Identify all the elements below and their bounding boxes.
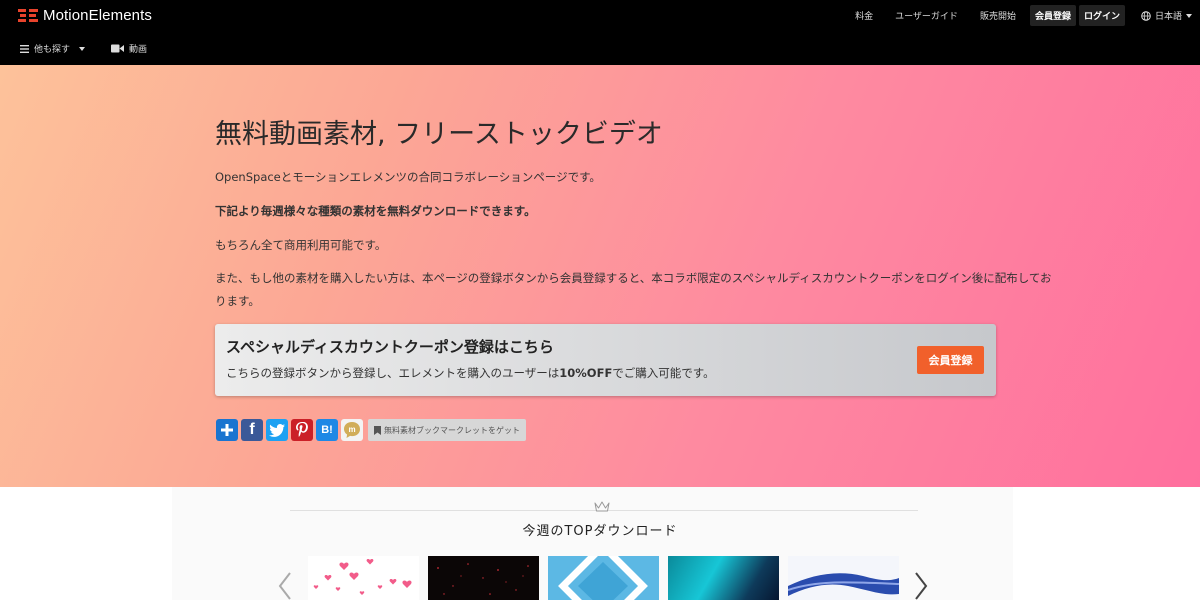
svg-text:m: m [348, 425, 355, 434]
browse-menu[interactable]: 他も探す [20, 42, 86, 55]
share-hatena-button[interactable]: B! [316, 419, 338, 441]
coupon-description: こちらの登録ボタンから登録し、エレメントを購入のユーザーは10%OFFでご購入可… [226, 365, 715, 381]
language-label: 日本語 [1154, 12, 1182, 22]
discount-highlight: 10%OFF [559, 366, 613, 380]
hamburger-icon [20, 44, 29, 53]
page-title: 無料動画素材, フリーストックビデオ [215, 119, 663, 150]
share-add-button[interactable] [216, 419, 238, 441]
globe-icon [1141, 10, 1151, 21]
share-facebook-button[interactable]: f [241, 419, 263, 441]
thumbnail-blue-wave[interactable] [788, 556, 899, 600]
top-downloads-title: 今週のTOPダウンロード [522, 524, 678, 539]
nav-start-selling-link[interactable]: 販売開始 [969, 9, 1027, 22]
mixi-check-icon: m [344, 422, 360, 438]
coupon-title: スペシャルディスカウントクーポン登録はこちら [226, 338, 554, 356]
crown-icon [594, 501, 610, 512]
coupon-desc-text: こちらの登録ボタンから登録し、エレメントを購入のユーザーは [226, 366, 560, 380]
pinterest-icon [296, 422, 308, 437]
motionelements-logo-icon [18, 8, 38, 24]
chevron-down-icon [1186, 13, 1192, 18]
video-menu-label: 動画 [129, 45, 148, 55]
thumbnail-hearts[interactable] [308, 556, 419, 600]
coupon-info-paragraph-end: ります。 [215, 294, 260, 308]
sub-navbar: 他も探す 動画 [20, 42, 147, 55]
bookmarklet-label: 無料素材ブックマークレットをゲット [384, 425, 520, 435]
video-menu[interactable]: 動画 [111, 42, 147, 55]
thumbnail-aurora[interactable] [668, 556, 779, 600]
coupon-info-paragraph: また、もし他の素材を購入したい方は、本ページの登録ボタンから会員登録すると、本コ… [215, 271, 1052, 285]
share-bar: f B! m 無料素材ブックマークレットをゲット [216, 419, 526, 441]
hearts-preview [313, 558, 412, 595]
download-info-paragraph: 下記より毎週様々な種類の素材を無料ダウンロードできます。 [215, 204, 536, 218]
plus-icon [221, 424, 233, 436]
top-navbar: MotionElements 料金 ユーザーガイド 販売開始 会員登録 ログイン… [0, 0, 1200, 65]
bookmarklet-button[interactable]: 無料素材ブックマークレットをゲット [368, 419, 526, 441]
hero-banner: 無料動画素材, フリーストックビデオ OpenSpaceとモーションエレメンツの… [0, 65, 1200, 487]
chevron-down-icon [79, 46, 86, 51]
diamond-preview [558, 556, 648, 600]
nav-user-guide-link[interactable]: ユーザーガイド [884, 9, 969, 22]
thumbnail-blue-diamond[interactable] [548, 556, 659, 600]
twitter-bird-icon [269, 423, 285, 437]
share-mixi-button[interactable]: m [341, 419, 363, 441]
browse-menu-label: 他も探す [34, 45, 71, 55]
facebook-icon: f [249, 421, 255, 438]
coupon-box: スペシャルディスカウントクーポン登録はこちら こちらの登録ボタンから登録し、エレ… [215, 324, 996, 396]
carousel-prev-arrow-icon[interactable] [278, 572, 292, 600]
coupon-signup-button[interactable]: 会員登録 [917, 346, 984, 374]
particles-preview [437, 563, 529, 595]
brand-logo[interactable]: MotionElements [18, 7, 152, 24]
header-login-button[interactable]: ログイン [1078, 5, 1125, 26]
coupon-desc-text-end: でご購入可能です。 [612, 366, 715, 380]
nav-pricing-link[interactable]: 料金 [844, 9, 884, 22]
share-pinterest-button[interactable] [291, 419, 313, 441]
commercial-use-paragraph: もちろん全て商用利用可能です。 [215, 238, 387, 252]
brand-name: MotionElements [43, 7, 152, 24]
carousel-next-arrow-icon[interactable] [914, 572, 928, 600]
intro-paragraph: OpenSpaceとモーションエレメンツの合同コラボレーションページです。 [215, 170, 601, 184]
header-nav: 料金 ユーザーガイド 販売開始 会員登録 ログイン 日本語 [844, 5, 1192, 26]
bookmark-icon [374, 425, 381, 435]
thumbnail-particles-dark[interactable] [428, 556, 539, 600]
language-selector[interactable]: 日本語 [1125, 9, 1192, 22]
video-camera-icon [111, 44, 125, 53]
wave-preview [788, 573, 899, 596]
header-signup-button[interactable]: 会員登録 [1029, 5, 1076, 26]
hatena-bookmark-icon: B! [321, 424, 333, 436]
share-twitter-button[interactable] [266, 419, 288, 441]
